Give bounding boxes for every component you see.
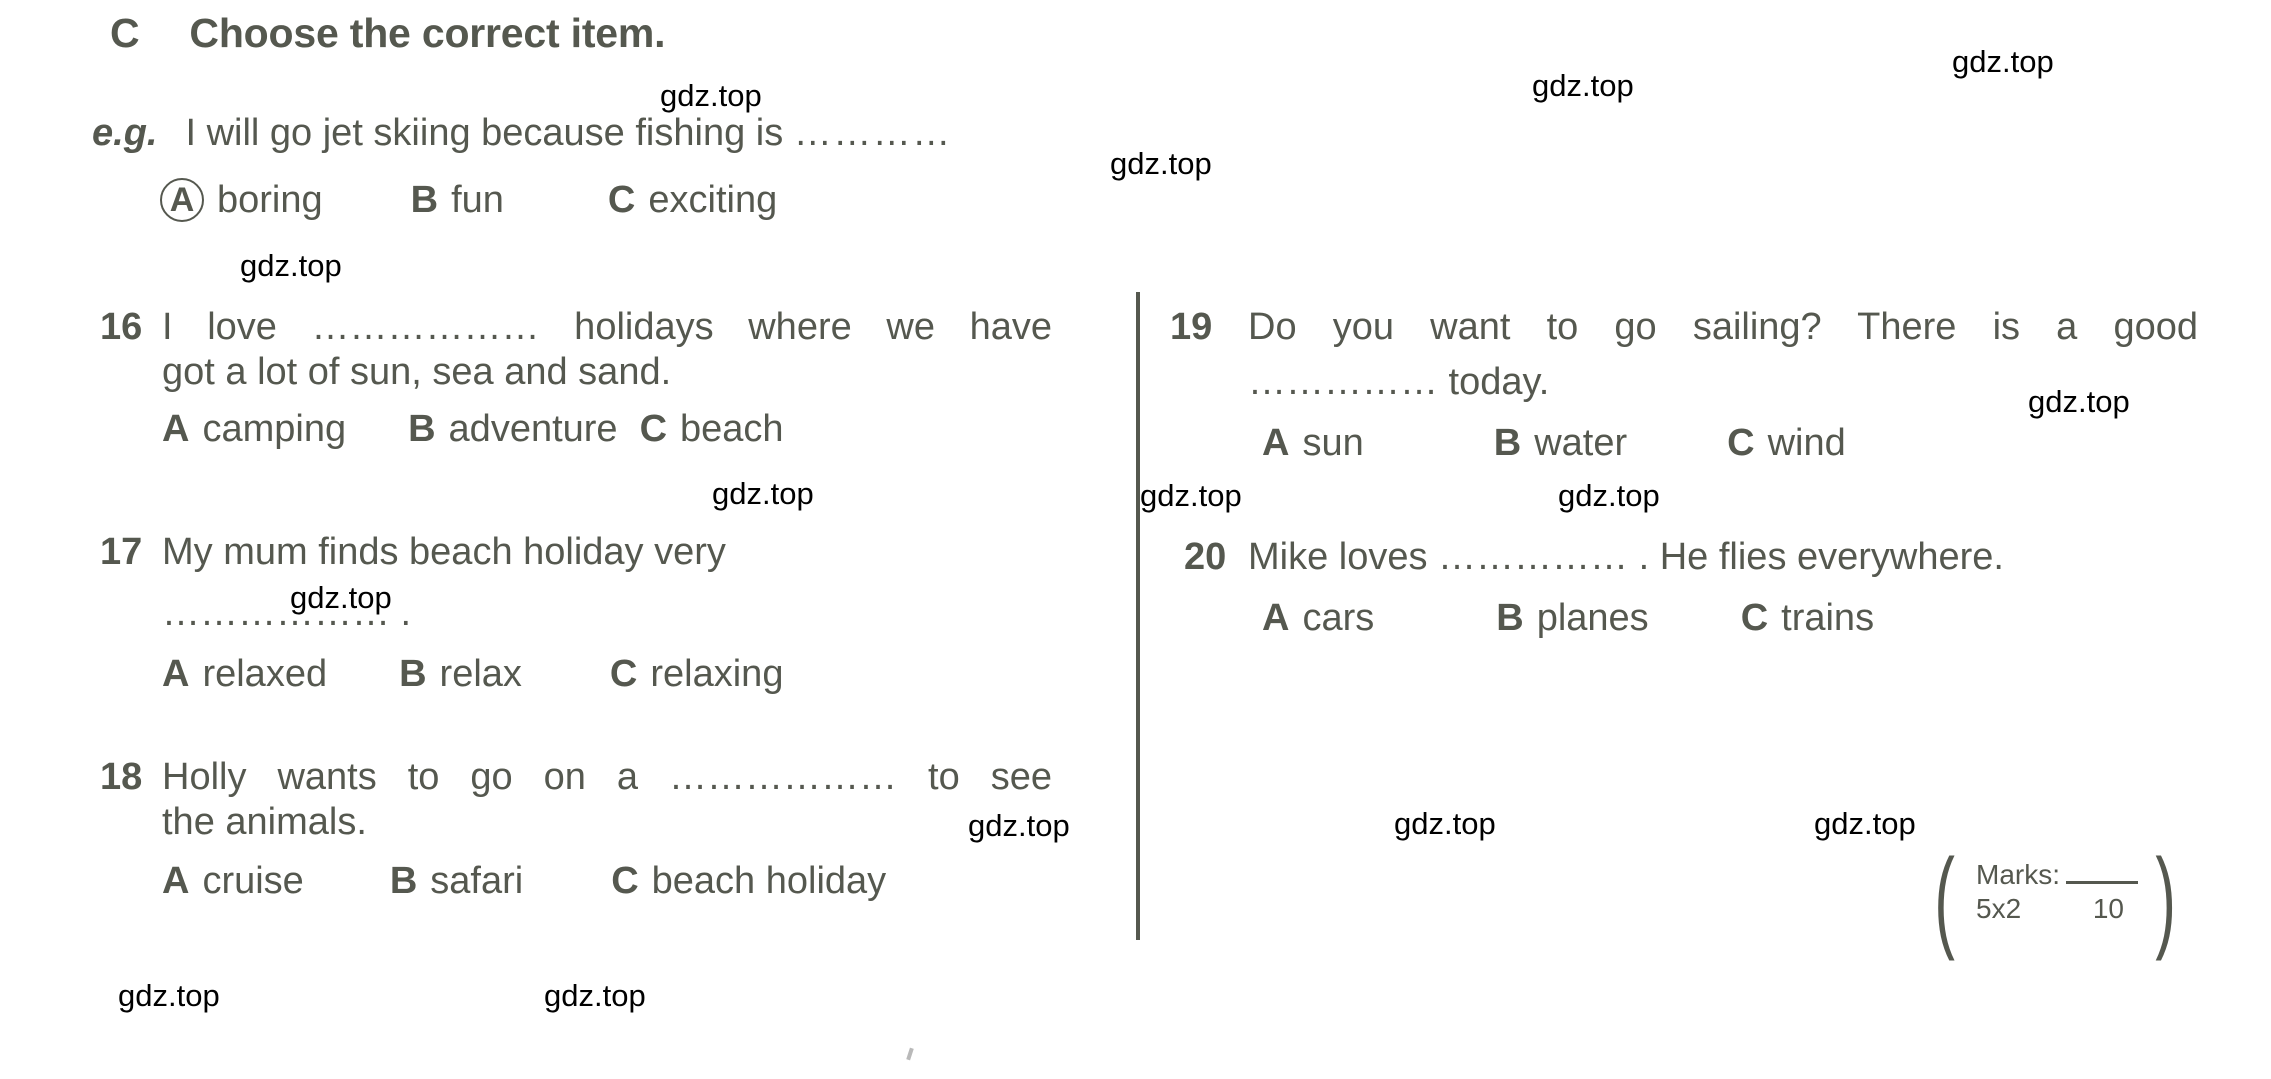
example-text: I will go jet skiing because fishing is … [185, 112, 951, 155]
watermark: gdz.top [1558, 478, 1660, 513]
worksheet-page: C Choose the correct item. e.g. I will g… [0, 0, 2271, 1079]
question-18-line-1: Holly wants to go on a ……………… to see [162, 756, 1052, 798]
watermark: gdz.top [1532, 68, 1634, 103]
marks-left-paren: ( [1934, 836, 1955, 961]
q20-option-letter-c[interactable]: C [1741, 596, 1768, 641]
question-19-number: 19 [1170, 306, 1213, 348]
watermark: gdz.top [290, 580, 392, 615]
example-option-letter-b[interactable]: B [411, 179, 438, 222]
q18-option-letter-b[interactable]: B [390, 859, 417, 904]
watermark: gdz.top [1140, 478, 1242, 513]
watermark: gdz.top [240, 248, 342, 283]
q18-option-text-a[interactable]: cruise [202, 859, 303, 904]
marks-label: Marks: [1976, 859, 2060, 890]
q17-option-text-c[interactable]: relaxing [650, 652, 783, 697]
question-18-options: A cruise B safari C beach holiday [162, 859, 1110, 904]
q16-option-letter-a[interactable]: A [162, 407, 189, 452]
q19-option-text-b[interactable]: water [1534, 421, 1627, 466]
column-divider [1136, 292, 1140, 940]
q18-option-letter-a[interactable]: A [162, 859, 189, 904]
question-20: 20 Mike loves …………… . He flies everywher… [1170, 535, 2230, 641]
q18-option-text-c[interactable]: beach holiday [652, 859, 887, 904]
q17-option-letter-c[interactable]: C [610, 652, 637, 697]
watermark: gdz.top [968, 808, 1070, 843]
q19-option-letter-b[interactable]: B [1494, 421, 1521, 466]
question-16-line-1: I love ……………… holidays where we have [162, 306, 1052, 348]
question-20-number: 20 [1184, 536, 1227, 578]
watermark: gdz.top [1394, 806, 1496, 841]
marks-total: 10 [2092, 893, 2124, 924]
q20-option-text-a[interactable]: cars [1302, 596, 1374, 641]
marks-box: ( ) Marks: 5x2 10 [1934, 843, 2175, 955]
watermark: gdz.top [2028, 384, 2130, 419]
question-18: 18 Holly wants to go on a ……………… to see … [100, 755, 1110, 905]
example-option-text-c[interactable]: exciting [648, 179, 777, 222]
watermark: gdz.top [1952, 44, 2054, 79]
question-16-number: 16 [100, 306, 143, 348]
example-option-text-b[interactable]: fun [451, 179, 504, 222]
example-stem: I will go jet skiing because fishing is [185, 112, 784, 154]
q19-option-letter-a[interactable]: A [1262, 421, 1289, 466]
watermark: gdz.top [660, 78, 762, 113]
question-20-line-1: Mike loves …………… . He flies everywhere. [1248, 536, 2004, 578]
question-17-number: 17 [100, 531, 143, 573]
question-19-options: A sun B water C wind [1262, 421, 2230, 466]
question-20-options: A cars B planes C trains [1262, 596, 2230, 641]
q18-option-letter-c[interactable]: C [611, 859, 638, 904]
watermark: gdz.top [544, 978, 646, 1013]
watermark: gdz.top [712, 476, 814, 511]
q17-option-letter-b[interactable]: B [399, 652, 426, 697]
q17-option-text-b[interactable]: relax [440, 652, 522, 697]
marks-blank-rule[interactable] [2066, 881, 2138, 884]
question-19-line-1: Do you want to go sailing? There is a go… [1248, 306, 2198, 348]
q20-option-letter-b[interactable]: B [1496, 596, 1523, 641]
example-blank-dots: ………… [793, 112, 952, 154]
q17-option-text-a[interactable]: relaxed [202, 652, 327, 697]
marks-multiplier: 5x2 [1976, 893, 2022, 924]
q16-option-text-a[interactable]: camping [202, 407, 346, 452]
section-heading: C Choose the correct item. [110, 10, 666, 57]
section-letter: C [110, 10, 140, 56]
page-title: Choose the correct item. [189, 10, 666, 56]
watermark: gdz.top [118, 978, 220, 1013]
q18-option-text-b[interactable]: safari [430, 859, 523, 904]
q17-option-letter-a[interactable]: A [162, 652, 189, 697]
q20-option-text-b[interactable]: planes [1537, 596, 1649, 641]
example-options: A boring B fun C exciting [160, 178, 777, 222]
watermark: gdz.top [1814, 806, 1916, 841]
q16-option-text-b[interactable]: adventure [449, 407, 618, 452]
example-option-text-a[interactable]: boring [217, 179, 323, 222]
question-17: 17 My mum finds beach holiday very ……………… [100, 530, 1100, 698]
question-18-number: 18 [100, 756, 143, 798]
question-17-options: A relaxed B relax C relaxing [162, 652, 1100, 697]
q19-option-text-c[interactable]: wind [1768, 421, 1846, 466]
q16-option-text-c[interactable]: beach [680, 407, 784, 452]
example-sentence: e.g. I will go jet skiing because fishin… [92, 112, 952, 155]
watermark: gdz.top [1110, 146, 1212, 181]
stray-mark [906, 1047, 914, 1061]
q20-option-text-c[interactable]: trains [1781, 596, 1874, 641]
example-option-letter-a[interactable]: A [160, 178, 204, 222]
marks-right-paren: ) [2155, 836, 2176, 961]
question-16-line-2: got a lot of sun, sea and sand. [162, 351, 672, 394]
q20-option-letter-a[interactable]: A [1262, 596, 1289, 641]
q19-option-letter-c[interactable]: C [1727, 421, 1754, 466]
question-16-options: A camping B adventure C beach [162, 407, 1100, 452]
example-label: e.g. [92, 112, 158, 154]
q16-option-letter-b[interactable]: B [408, 407, 435, 452]
example-option-letter-c[interactable]: C [608, 179, 635, 222]
q19-option-text-a[interactable]: sun [1302, 421, 1363, 466]
question-17-line-1: My mum finds beach holiday very [162, 531, 726, 573]
q16-option-letter-c[interactable]: C [640, 407, 667, 452]
question-16: 16 I love ……………… holidays where we have … [100, 305, 1100, 453]
